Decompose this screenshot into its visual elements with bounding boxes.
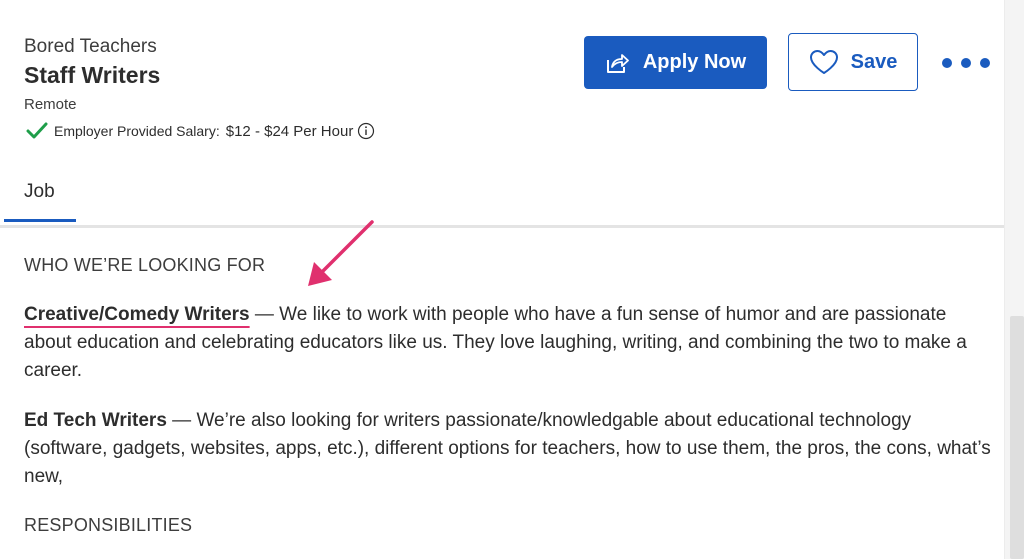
more-options-button[interactable] bbox=[942, 52, 990, 74]
salary-row: Employer Provided Salary: $12 - $24 Per … bbox=[26, 122, 375, 140]
edtech-writers-text: — We’re also looking for writers passion… bbox=[24, 410, 991, 487]
creative-writers-paragraph: Creative/Comedy Writers — We like to wor… bbox=[24, 301, 994, 385]
job-header: Bored Teachers Staff Writers Remote Empl… bbox=[0, 0, 1004, 228]
edtech-writers-paragraph: Ed Tech Writers — We’re also looking for… bbox=[24, 407, 994, 491]
info-icon[interactable] bbox=[357, 122, 375, 140]
active-tab-indicator bbox=[4, 219, 76, 222]
check-icon bbox=[26, 122, 48, 139]
job-title: Staff Writers bbox=[24, 62, 161, 88]
salary-value: $12 - $24 Per Hour bbox=[225, 122, 354, 140]
apply-now-label: Apply Now bbox=[642, 51, 747, 73]
job-location: Remote bbox=[24, 96, 77, 113]
more-dots-icon bbox=[942, 58, 952, 68]
apply-now-button[interactable]: Apply Now bbox=[584, 36, 767, 89]
tab-job[interactable]: Job bbox=[24, 181, 55, 203]
annotation-arrow-icon bbox=[308, 220, 374, 286]
creative-writers-title: Creative/Comedy Writers bbox=[24, 304, 250, 325]
share-icon bbox=[606, 53, 629, 73]
save-button[interactable]: Save bbox=[788, 33, 918, 91]
salary-label: Employer Provided Salary: bbox=[54, 123, 220, 139]
job-listing-page: Bored Teachers Staff Writers Remote Empl… bbox=[0, 0, 1024, 559]
save-label: Save bbox=[850, 50, 898, 73]
company-name[interactable]: Bored Teachers bbox=[24, 36, 157, 58]
heading-who-were-looking-for: WHO WE’RE LOOKING FOR bbox=[24, 255, 266, 275]
job-description: WHO WE’RE LOOKING FOR Creative/Comedy Wr… bbox=[0, 228, 1004, 559]
heading-responsibilities: RESPONSIBILITIES bbox=[24, 515, 193, 535]
edtech-writers-title: Ed Tech Writers bbox=[24, 410, 167, 431]
scrollbar-thumb[interactable] bbox=[1010, 316, 1024, 559]
heart-icon bbox=[809, 50, 838, 74]
